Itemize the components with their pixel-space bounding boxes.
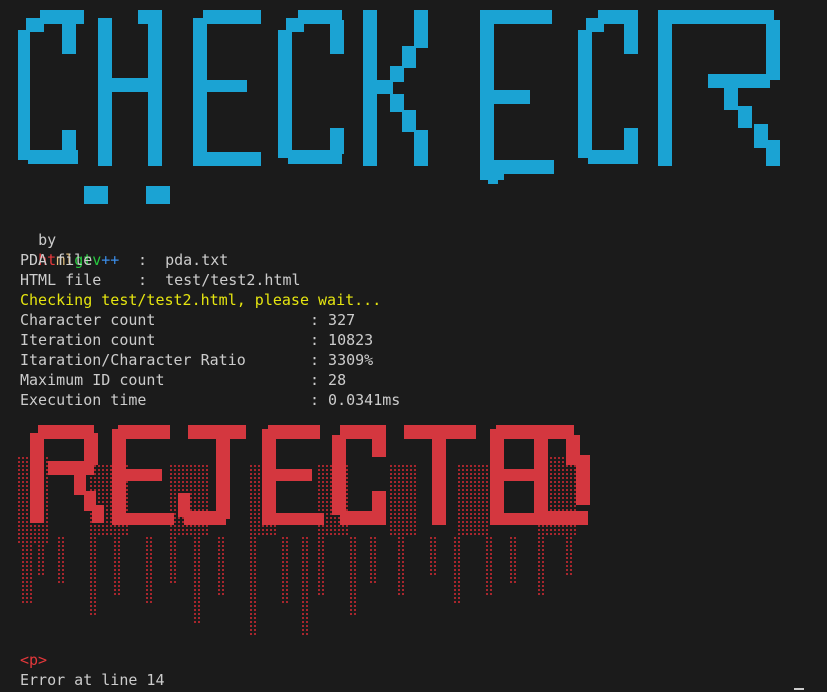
pda-file-sep: : bbox=[138, 251, 148, 269]
stat-label: Iteration count bbox=[20, 331, 156, 349]
rejected-banner-art bbox=[18, 425, 590, 635]
stat-label: Character count bbox=[20, 311, 156, 329]
stat-value: : 0.0341ms bbox=[310, 391, 401, 409]
terminal-cursor bbox=[794, 688, 804, 690]
html-file-value: test/test2.html bbox=[165, 271, 301, 289]
error-message: Error at line 14 bbox=[20, 671, 165, 689]
stat-label: Maximum ID count bbox=[20, 371, 165, 389]
pda-file-line: PDA file: pda.txt bbox=[20, 250, 228, 270]
stat-row-execution-time: Execution time : 0.0341ms bbox=[20, 390, 400, 410]
pda-file-label: PDA file bbox=[20, 251, 93, 269]
stat-value: : 10823 bbox=[310, 331, 374, 349]
html-file-label: HTML file bbox=[20, 271, 102, 289]
checker-banner-art bbox=[18, 10, 780, 204]
stat-value: : 327 bbox=[310, 311, 356, 329]
stat-value: : 3309% bbox=[310, 351, 374, 369]
byline-prefix: by bbox=[38, 231, 57, 249]
stat-row-iteration-count: Iteration count : 10823 bbox=[20, 330, 373, 350]
status-message: Checking test/test2.html, please wait... bbox=[20, 291, 382, 309]
pda-file-value: pda.txt bbox=[165, 251, 229, 269]
stat-value: : 28 bbox=[310, 371, 347, 389]
stat-row-character-count: Character count : 327 bbox=[20, 310, 355, 330]
stat-label: Execution time bbox=[20, 391, 147, 409]
stat-row-ratio: Itaration/Character Ratio : 3309% bbox=[20, 350, 373, 370]
byline: by htmlgtv++ bbox=[20, 210, 119, 269]
html-file-sep: : bbox=[138, 271, 148, 289]
html-file-line: HTML file: test/test2.html bbox=[20, 270, 301, 290]
error-tag: <p> bbox=[20, 651, 48, 669]
stat-row-max-id-count: Maximum ID count : 28 bbox=[20, 370, 346, 390]
stat-label: Itaration/Character Ratio bbox=[20, 351, 246, 369]
